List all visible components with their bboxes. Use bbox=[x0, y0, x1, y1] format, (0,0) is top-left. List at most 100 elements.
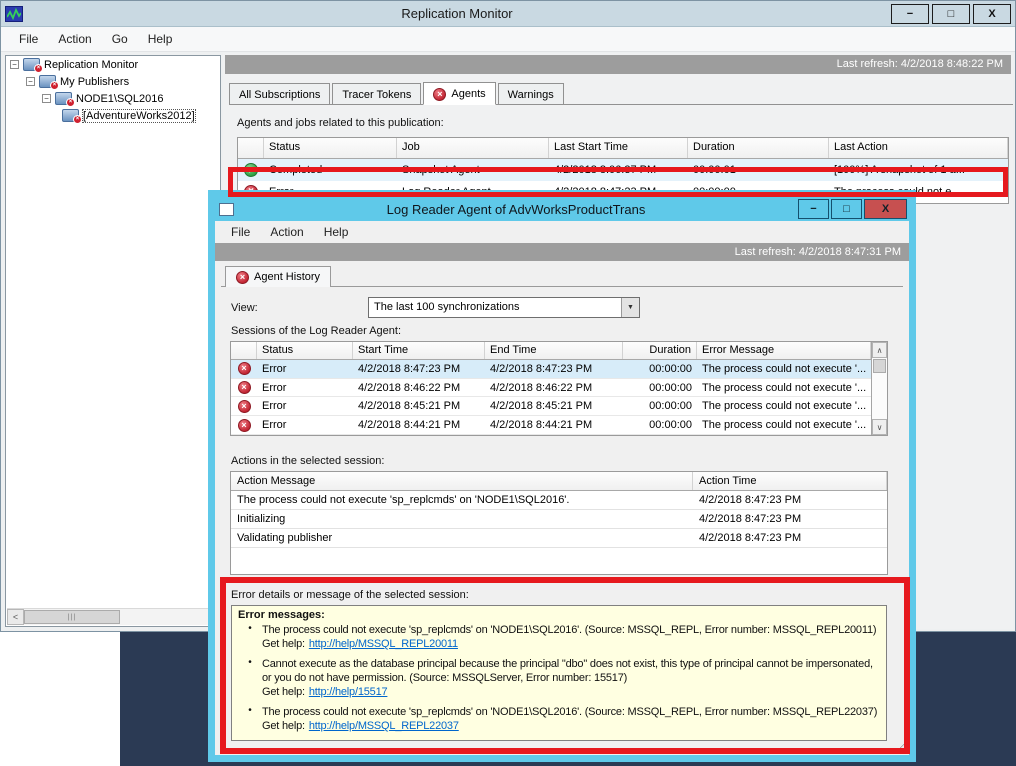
menu-action[interactable]: Action bbox=[260, 222, 313, 242]
tree-item-label: [AdventureWorks2012] bbox=[83, 110, 195, 122]
tree-item-label: My Publishers bbox=[60, 76, 129, 88]
cell-action-message: Validating publisher bbox=[231, 532, 693, 544]
success-icon: ✓ bbox=[244, 163, 258, 177]
view-label: View: bbox=[231, 302, 258, 314]
table-row[interactable]: ✓ Completed Snapshot Agent 4/2/2018 8:06… bbox=[238, 159, 1008, 181]
header-start-time[interactable]: Start Time bbox=[353, 342, 485, 359]
header-duration[interactable]: Duration bbox=[688, 138, 829, 158]
minimize-button[interactable]: − bbox=[891, 4, 929, 24]
minimize-button[interactable]: − bbox=[798, 199, 829, 219]
menu-help[interactable]: Help bbox=[314, 222, 359, 242]
error-message-item: • Cannot execute as the database princip… bbox=[238, 657, 880, 699]
main-window-title: Replication Monitor bbox=[23, 6, 891, 21]
header-icon-column[interactable] bbox=[231, 342, 257, 359]
tree-horizontal-scrollbar[interactable]: < ||| bbox=[7, 608, 219, 625]
main-title-bar[interactable]: Replication Monitor − □ X bbox=[1, 1, 1015, 27]
scrollbar-thumb[interactable]: ||| bbox=[24, 610, 120, 624]
table-row[interactable]: × Error 4/2/2018 8:45:21 PM 4/2/2018 8:4… bbox=[231, 397, 871, 416]
cell-end-time: 4/2/2018 8:47:23 PM bbox=[485, 363, 623, 375]
menu-file[interactable]: File bbox=[221, 222, 260, 242]
table-row[interactable]: × Error 4/2/2018 8:46:22 PM 4/2/2018 8:4… bbox=[231, 379, 871, 398]
help-link[interactable]: http://help/15517 bbox=[309, 686, 388, 698]
header-action-time[interactable]: Action Time bbox=[693, 472, 887, 490]
header-duration[interactable]: Duration bbox=[623, 342, 697, 359]
table-row[interactable]: × Error 4/2/2018 8:47:23 PM 4/2/2018 8:4… bbox=[231, 360, 871, 379]
cell-duration: 00:00:00 bbox=[623, 382, 697, 394]
menu-go[interactable]: Go bbox=[102, 29, 138, 49]
vertical-scrollbar[interactable]: ∧ ∨ bbox=[871, 342, 887, 435]
table-row[interactable]: Initializing 4/2/2018 8:47:23 PM bbox=[231, 510, 887, 529]
maximize-button[interactable]: □ bbox=[831, 199, 862, 219]
tree-item-my-publishers[interactable]: − × My Publishers bbox=[6, 73, 220, 90]
table-row[interactable]: The process could not execute 'sp_replcm… bbox=[231, 491, 887, 510]
tab-agent-history[interactable]: × Agent History bbox=[225, 266, 331, 287]
publication-icon: × bbox=[62, 109, 79, 122]
sessions-label: Sessions of the Log Reader Agent: bbox=[231, 325, 401, 337]
agents-jobs-label: Agents and jobs related to this publicat… bbox=[237, 117, 1013, 129]
tree-panel: − × Replication Monitor − × My Publisher… bbox=[5, 55, 221, 627]
header-job[interactable]: Job bbox=[397, 138, 549, 158]
close-button[interactable]: X bbox=[973, 4, 1011, 24]
view-dropdown[interactable]: The last 100 synchronizations ▼ bbox=[368, 297, 640, 318]
scrollbar-thumb[interactable] bbox=[873, 359, 886, 373]
error-details-label: Error details or message of the selected… bbox=[231, 589, 469, 601]
tab-strip: All Subscriptions Tracer Tokens ×Agents … bbox=[229, 82, 1013, 105]
tab-agents[interactable]: ×Agents bbox=[423, 82, 495, 105]
table-row[interactable]: Validating publisher 4/2/2018 8:47:23 PM bbox=[231, 529, 887, 548]
header-last-action[interactable]: Last Action bbox=[829, 138, 1008, 158]
close-button[interactable]: X bbox=[864, 199, 907, 219]
resize-grip[interactable] bbox=[893, 739, 906, 752]
tree-item-replication-monitor[interactable]: − × Replication Monitor bbox=[6, 56, 220, 73]
scroll-up-button[interactable]: ∧ bbox=[872, 342, 887, 358]
maximize-button[interactable]: □ bbox=[932, 4, 970, 24]
error-message-item: • The process could not execute 'sp_repl… bbox=[238, 705, 880, 733]
help-link[interactable]: http://help/MSSQL_REPL22037 bbox=[309, 720, 459, 732]
chevron-down-icon[interactable]: ▼ bbox=[621, 298, 639, 317]
table-row[interactable]: × Error 4/2/2018 8:44:21 PM 4/2/2018 8:4… bbox=[231, 416, 871, 435]
cell-error-message: The process could not execute '... bbox=[697, 400, 871, 412]
error-messages-box: Error messages: • The process could not … bbox=[231, 605, 887, 741]
status-cell-icon: × bbox=[231, 419, 257, 432]
get-help-label: Get help: bbox=[262, 686, 305, 698]
header-status[interactable]: Status bbox=[257, 342, 353, 359]
status-cell-icon: ✓ bbox=[238, 163, 264, 177]
cell-start-time: 4/2/2018 8:45:21 PM bbox=[353, 400, 485, 412]
dialog-content: × Agent History View: The last 100 synch… bbox=[215, 261, 909, 755]
cell-status: Completed bbox=[264, 164, 397, 176]
menu-help[interactable]: Help bbox=[138, 29, 183, 49]
tab-tracer-tokens[interactable]: Tracer Tokens bbox=[332, 83, 421, 104]
tree-item-node1-sql2016[interactable]: − × NODE1\SQL2016 bbox=[6, 90, 220, 107]
header-error-message[interactable]: Error Message bbox=[697, 342, 871, 359]
cell-duration: 00:00:00 bbox=[623, 363, 697, 375]
scroll-left-button[interactable]: < bbox=[7, 609, 24, 625]
header-end-time[interactable]: End Time bbox=[485, 342, 623, 359]
tab-label: Agents bbox=[451, 88, 485, 100]
tree-item-label: Replication Monitor bbox=[44, 59, 138, 71]
tab-all-subscriptions[interactable]: All Subscriptions bbox=[229, 83, 330, 104]
expand-toggle[interactable]: − bbox=[26, 77, 35, 86]
menu-action[interactable]: Action bbox=[48, 29, 101, 49]
tab-warnings[interactable]: Warnings bbox=[498, 83, 564, 104]
menu-file[interactable]: File bbox=[9, 29, 48, 49]
dialog-title-bar[interactable]: Log Reader Agent of AdvWorksProductTrans… bbox=[215, 197, 909, 221]
error-badge-icon: × bbox=[34, 64, 43, 73]
tree-item-adventureworks2012[interactable]: × [AdventureWorks2012] bbox=[6, 107, 220, 124]
help-link[interactable]: http://help/MSSQL_REPL20011 bbox=[309, 638, 458, 650]
scroll-down-button[interactable]: ∨ bbox=[872, 419, 887, 435]
cell-last-action: [100%] A snapshot of 1 a... bbox=[829, 164, 1008, 176]
expand-toggle[interactable]: − bbox=[42, 94, 51, 103]
header-action-message[interactable]: Action Message bbox=[231, 472, 693, 490]
error-icon: × bbox=[236, 271, 249, 284]
error-badge-icon: × bbox=[66, 98, 75, 107]
cell-action-message: The process could not execute 'sp_replcm… bbox=[231, 494, 693, 506]
cell-end-time: 4/2/2018 8:45:21 PM bbox=[485, 400, 623, 412]
view-dropdown-value: The last 100 synchronizations bbox=[369, 298, 621, 317]
status-cell-icon: × bbox=[231, 400, 257, 413]
header-icon-column[interactable] bbox=[238, 138, 264, 158]
scrollbar-track[interactable] bbox=[872, 374, 887, 419]
header-last-start-time[interactable]: Last Start Time bbox=[549, 138, 688, 158]
publishers-icon: × bbox=[39, 75, 56, 88]
expand-toggle[interactable]: − bbox=[10, 60, 19, 69]
header-status[interactable]: Status bbox=[264, 138, 397, 158]
tab-label: Tracer Tokens bbox=[342, 89, 411, 101]
